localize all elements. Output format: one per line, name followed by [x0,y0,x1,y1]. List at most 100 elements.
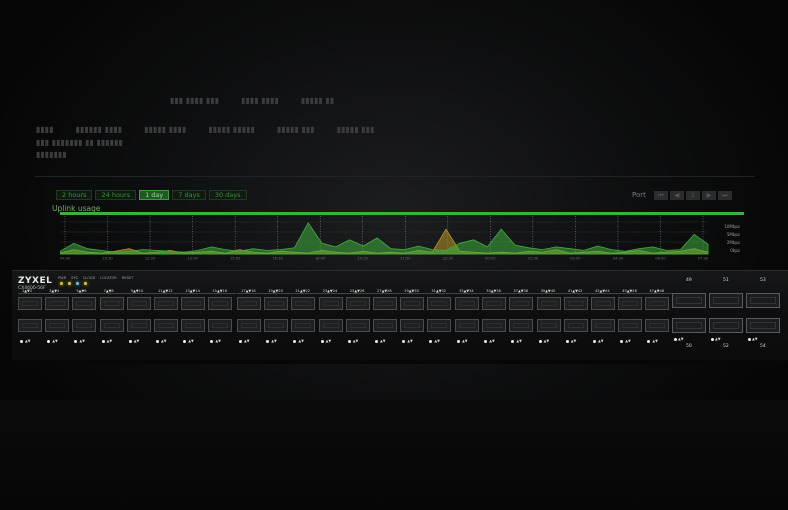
sfp-port[interactable] [509,319,534,332]
y-tick-label: 2Mbps [727,240,740,245]
tab-2-hours[interactable]: 2 hours [56,190,93,200]
port-pager: Port ⏮ ◀ 1 ▶ ⏭ [632,190,732,200]
sfp-port[interactable] [400,319,425,332]
tab-24-hours[interactable]: 24 hours [95,190,137,200]
sfp-port[interactable] [237,297,261,310]
port-status-arrows: ▲▼ [380,339,386,343]
port-status-arrows: ▲▼ [462,339,468,343]
port-number-label: 37▲▼38 [513,289,529,293]
sfp-port[interactable] [318,297,343,310]
sfp-port[interactable] [618,297,643,310]
sfp-port[interactable] [181,297,206,310]
sfp-port[interactable] [482,297,507,310]
x-tick-label: 07:30 [698,257,709,261]
port-number-label: 35▲▼36 [486,289,501,293]
sfp-port[interactable] [591,297,615,310]
sfp-port[interactable] [536,319,561,332]
sfp-port[interactable] [264,319,289,332]
x-tick-label: 03:00 [570,257,581,261]
x-tick-label: 18:00 [315,257,326,261]
pager-first-button[interactable]: ⏮ [653,190,668,200]
sfp-port[interactable] [208,297,233,310]
sfp-port[interactable] [18,297,42,310]
port-number-label: 23▲▼24 [322,289,338,293]
qsfp-port[interactable] [746,293,780,308]
sfp-port[interactable] [126,319,151,332]
sfp-port[interactable] [400,297,425,310]
qsfp-port[interactable] [709,293,743,308]
sfp-port[interactable] [591,319,615,332]
sfp-port[interactable] [563,297,588,310]
pager-last-button[interactable]: ⏭ [717,190,732,200]
chart-top-bar [60,212,744,215]
sfp-port[interactable] [645,297,670,310]
sfp-port[interactable] [563,319,588,332]
sfp-port[interactable] [618,319,643,332]
sfp-port[interactable] [264,297,289,310]
sfp-port[interactable] [482,319,507,332]
reset-button[interactable]: RESET [122,276,133,280]
port-activity-led [101,340,105,343]
qsfp-number-bottom: 54 [760,344,766,349]
qsfp-number-bottom: 50 [686,344,692,349]
sfp-port[interactable] [427,319,452,332]
sfp-port[interactable] [345,297,370,310]
sfp-port[interactable] [455,297,479,310]
port-status-arrows: ▲▼ [161,339,167,343]
sfp-port[interactable] [427,297,452,310]
sfp-port[interactable] [455,319,479,332]
qsfp-port[interactable] [672,293,706,308]
pager-page-button[interactable]: 1 [685,190,700,200]
x-tick-label: 12:00 [145,257,156,261]
x-tick-label: 06:00 [655,257,666,261]
port-number-label: 15▲▼16 [212,289,228,293]
pager-prev-button[interactable]: ◀ [669,190,684,200]
sfp-port[interactable] [99,319,124,332]
sfp-port[interactable] [645,319,670,332]
qsfp-port[interactable] [672,318,706,333]
dashboard-info-faded: ▮▮▮▮▮▮▮ [36,150,67,159]
sfp-port[interactable] [99,297,124,310]
sfp-port[interactable] [237,319,261,332]
sfp-port[interactable] [291,297,316,310]
pager-next-button[interactable]: ▶ [701,190,716,200]
sfp-port[interactable] [208,319,233,332]
port-number-label: 45▲▼46 [622,289,637,293]
port-activity-led [375,340,378,343]
tab-7-days[interactable]: 7 days [172,190,206,200]
sfp-port[interactable] [126,297,151,310]
product-hero-background: ▮▮▮ ▮▮▮▮ ▮▮▮ ▮▮▮▮ ▮▮▮▮ ▮▮▮▮▮ ▮▮ ▮▮▮▮ ▮▮▮▮▮▮… [0,0,788,510]
qsfp-port[interactable] [746,318,780,333]
x-tick-label: 01:30 [528,257,539,261]
status-led [68,282,71,285]
port-activity-led [320,340,324,343]
port-status-arrows: ▲▼ [570,339,577,343]
sfp-port[interactable] [509,297,534,310]
sfp-port[interactable] [373,319,397,332]
tab-30-days[interactable]: 30 days [208,190,247,200]
sfp-port[interactable] [154,319,178,332]
port-activity-led [156,340,159,343]
tab-1-day[interactable]: 1 day [139,190,170,200]
port-status-arrows: ▲▼ [298,339,304,343]
sfp-port[interactable] [181,319,206,332]
port-number-label: 5▲▼6 [76,289,87,293]
sfp-port[interactable] [45,297,70,310]
port-status-arrows: ▲▼ [25,339,31,343]
uplink-usage-svg: 09:00 10:30 12:00 13:30 15:00 16:30 18:00 19:30… [60,212,744,260]
sfp-port[interactable] [18,319,42,332]
sfp-port[interactable] [291,319,316,332]
sfp-port[interactable] [345,319,370,332]
sfp-port[interactable] [72,319,97,332]
sfp-port[interactable] [154,297,178,310]
sfp-port[interactable] [45,319,70,332]
sfp-port[interactable] [318,319,343,332]
qsfp-port[interactable] [709,318,743,333]
port-group-divider [18,293,236,294]
sfp-port[interactable] [72,297,97,310]
qsfp-number-bottom: 52 [723,344,729,349]
port-status-arrows: ▲▼ [352,339,359,343]
sfp-port[interactable] [373,297,397,310]
port-status-arrows: ▲▼ [325,339,332,343]
sfp-port[interactable] [536,297,561,310]
